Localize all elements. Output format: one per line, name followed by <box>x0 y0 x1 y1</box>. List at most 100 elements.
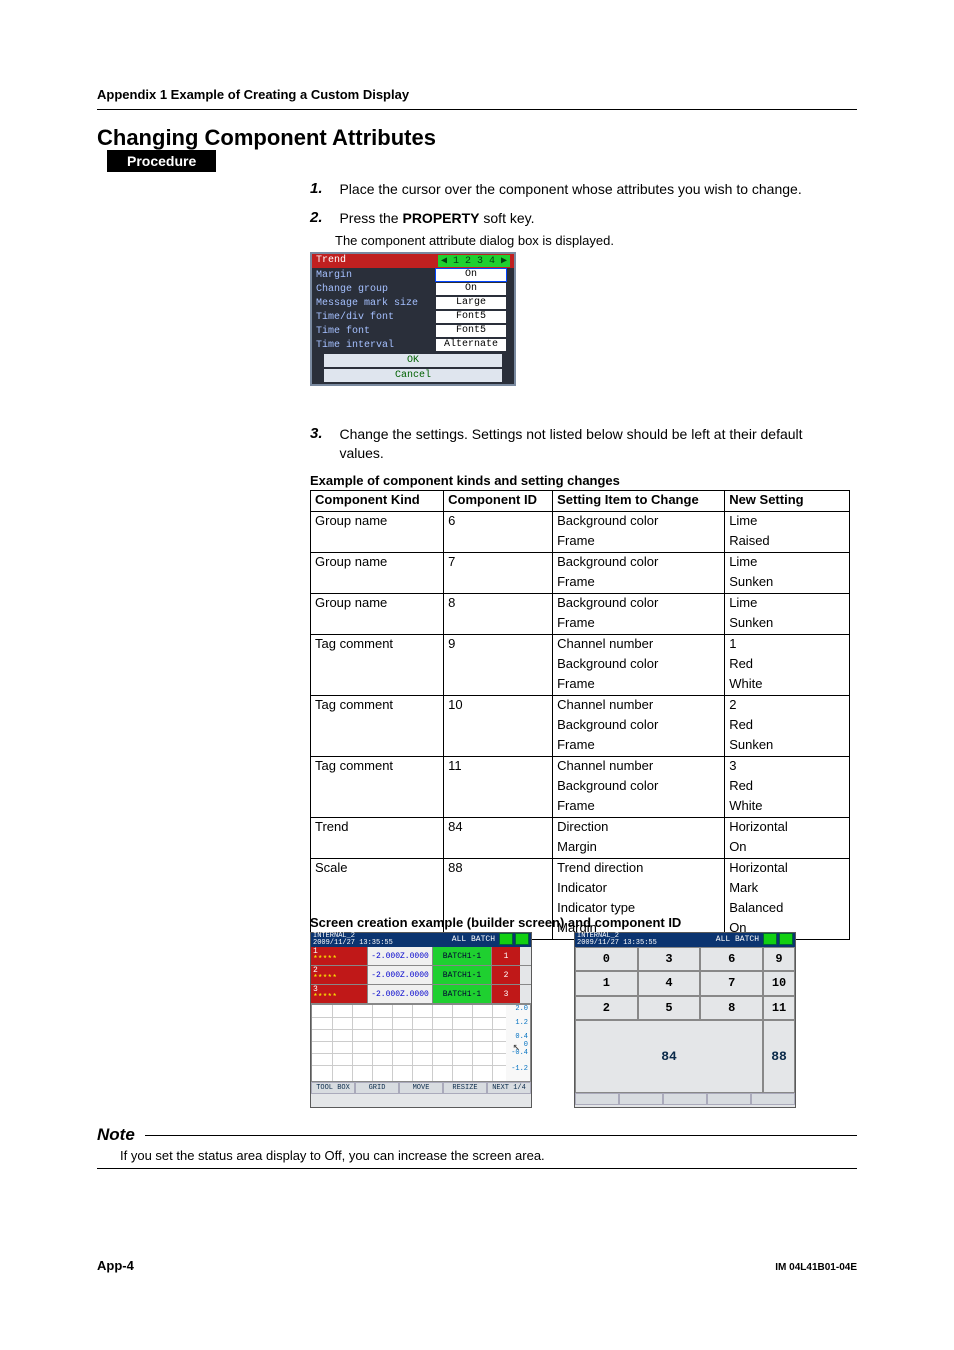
cell-kind: Group name <box>311 512 444 533</box>
step-1: 1. Place the cursor over the component w… <box>310 180 850 199</box>
dialog-row-value[interactable]: On <box>436 283 506 295</box>
settings-table: Component Kind Component ID Setting Item… <box>310 490 850 940</box>
all-batch-label: ALL BATCH <box>716 933 759 947</box>
id-cell: 3 <box>638 947 701 971</box>
softkey[interactable] <box>619 1093 663 1105</box>
dialog-row-label: Message mark size <box>312 298 436 309</box>
dialog-pager[interactable]: ◀ 1 2 3 4 ▶ <box>438 255 510 267</box>
cell-kind <box>311 736 444 757</box>
cell-item: Background color <box>553 512 725 533</box>
channel-label: 2***** <box>311 966 367 984</box>
softkey[interactable]: GRID <box>355 1082 399 1094</box>
dialog-row-value[interactable]: Large <box>436 297 506 309</box>
softkey[interactable]: TOOL BOX <box>311 1082 355 1094</box>
cell-kind <box>311 777 444 797</box>
table-header: New Setting <box>725 491 850 512</box>
softkey[interactable] <box>575 1093 619 1105</box>
dialog-row-label: Time interval <box>312 340 436 351</box>
scale-tick: 1.2 <box>515 1019 528 1027</box>
cell-id <box>444 614 553 635</box>
softkey[interactable] <box>663 1093 707 1105</box>
attribute-dialog: Trend ◀ 1 2 3 4 ▶ MarginOnChange groupOn… <box>310 252 516 386</box>
dialog-row-value[interactable]: Alternate <box>436 339 506 351</box>
digital-value: -2.000Z.0000 <box>367 985 433 1003</box>
table-row: FrameSunken <box>311 614 850 635</box>
softkey[interactable] <box>751 1093 795 1105</box>
cell-item: Direction <box>553 818 725 839</box>
cell-id <box>444 777 553 797</box>
dialog-row: Change groupOn <box>312 282 514 296</box>
status-icon <box>499 933 513 945</box>
builder-softkeys: TOOL BOXGRIDMOVERESIZENEXT 1/4 <box>311 1082 531 1094</box>
builder-channel-row: 2*****-2.000Z.0000BATCH1-12 <box>311 966 531 985</box>
cell-item: Background color <box>553 655 725 675</box>
table-row: Group name7Background colorLime <box>311 553 850 574</box>
softkey[interactable]: NEXT 1/4 <box>487 1082 531 1094</box>
cursor-icon: ↖ <box>513 1039 520 1054</box>
cell-kind <box>311 614 444 635</box>
builder-channel-row: 3*****-2.000Z.0000BATCH1-13 <box>311 985 531 1004</box>
dialog-row-label: Time/div font <box>312 312 436 323</box>
dialog-row: Message mark sizeLarge <box>312 296 514 310</box>
ok-button[interactable]: OK <box>324 354 502 367</box>
softkey[interactable] <box>707 1093 751 1105</box>
cell-kind: Tag comment <box>311 635 444 656</box>
cell-id: 8 <box>444 594 553 615</box>
cell-id <box>444 532 553 553</box>
cell-item: Background color <box>553 716 725 736</box>
group-label: BATCH1-1 <box>433 985 492 1003</box>
builder-caption: Screen creation example (builder screen)… <box>310 915 681 930</box>
table-row: Group name6Background colorLime <box>311 512 850 533</box>
id-cell: 2 <box>575 996 638 1020</box>
header-rule <box>97 109 857 110</box>
cell-item: Frame <box>553 675 725 696</box>
tag-label: 3 <box>492 985 520 1003</box>
id-cell: 10 <box>763 971 795 995</box>
cell-id: 11 <box>444 757 553 778</box>
status-icon <box>515 933 529 945</box>
cell-kind <box>311 532 444 553</box>
cell-kind <box>311 573 444 594</box>
builder-title-right: ALL BATCH <box>716 933 793 947</box>
table-row: FrameSunken <box>311 736 850 757</box>
step-number: 2. <box>310 209 335 226</box>
table-row: Background colorRed <box>311 655 850 675</box>
table-header-row: Component Kind Component ID Setting Item… <box>311 491 850 512</box>
cell-id <box>444 716 553 736</box>
step-3: 3. Change the settings. Settings not lis… <box>310 425 850 463</box>
softkey[interactable]: RESIZE <box>443 1082 487 1094</box>
cell-item: Frame <box>553 797 725 818</box>
cell-kind <box>311 655 444 675</box>
running-head: Appendix 1 Example of Creating a Custom … <box>97 87 409 102</box>
cell-value: Red <box>725 777 850 797</box>
softkey[interactable]: MOVE <box>399 1082 443 1094</box>
dialog-titlebar: Trend ◀ 1 2 3 4 ▶ <box>312 254 514 268</box>
cell-kind <box>311 675 444 696</box>
table-row: MarginOn <box>311 838 850 859</box>
table-header: Component Kind <box>311 491 444 512</box>
text-frag: Press the <box>339 210 402 226</box>
tag-label: 1 <box>492 947 520 965</box>
builder-title-right: ALL BATCH <box>452 933 529 947</box>
dialog-rows: MarginOnChange groupOnMessage mark sizeL… <box>312 268 514 352</box>
id-cell: 4 <box>638 971 701 995</box>
step-text: Press the PROPERTY soft key. <box>339 209 839 228</box>
step-subtext: The component attribute dialog box is di… <box>335 232 850 250</box>
group-label: BATCH1-1 <box>433 947 492 965</box>
builder-titlebar: INTERNAL_22009/11/27 13:35:55 ALL BATCH <box>311 933 531 947</box>
cell-value: Balanced <box>725 899 850 919</box>
cell-kind: Group name <box>311 594 444 615</box>
dialog-row: MarginOn <box>312 268 514 282</box>
scale-tick: 0 <box>524 1041 528 1049</box>
cell-id <box>444 736 553 757</box>
dialog-row-value[interactable]: Font5 <box>436 311 506 323</box>
builder-channel-row: 1*****-2.000Z.0000BATCH1-11 <box>311 947 531 966</box>
status-icon <box>763 933 777 945</box>
table-row: Tag comment11Channel number3 <box>311 757 850 778</box>
cancel-button[interactable]: Cancel <box>324 369 502 382</box>
dialog-row-value[interactable]: On <box>436 269 506 281</box>
table-row: IndicatorMark <box>311 879 850 899</box>
note-text: If you set the status area display to Of… <box>120 1148 545 1163</box>
dialog-row-value[interactable]: Font5 <box>436 325 506 337</box>
id-cell: 9 <box>763 947 795 971</box>
